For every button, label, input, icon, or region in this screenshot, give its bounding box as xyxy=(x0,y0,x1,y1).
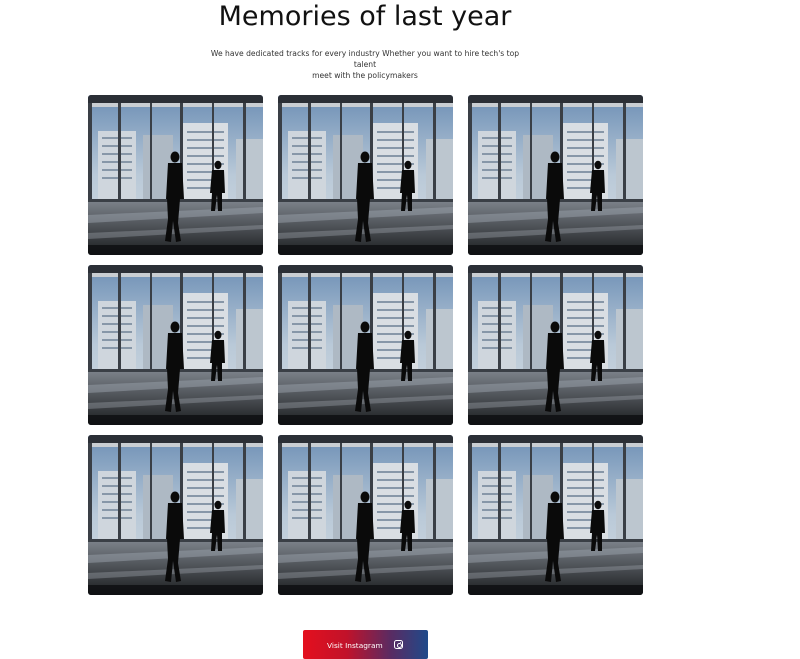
page-subtitle: We have dedicated tracks for every indus… xyxy=(200,48,530,81)
gallery-photo xyxy=(468,95,643,255)
subtitle-line-2: meet with the policymakers xyxy=(312,71,418,80)
gallery-photo xyxy=(88,435,263,595)
gallery-photo xyxy=(278,435,453,595)
gallery-photo xyxy=(468,435,643,595)
gallery-photo xyxy=(88,265,263,425)
photo-gallery xyxy=(88,95,643,595)
gallery-photo xyxy=(468,265,643,425)
gallery-photo xyxy=(278,265,453,425)
visit-instagram-button[interactable]: Visit Instagram xyxy=(303,630,428,659)
gallery-photo xyxy=(278,95,453,255)
subtitle-line-1: We have dedicated tracks for every indus… xyxy=(210,49,520,69)
instagram-icon xyxy=(394,640,403,649)
gallery-photo xyxy=(88,95,263,255)
visit-instagram-label: Visit Instagram xyxy=(327,640,383,650)
page-title: Memories of last year xyxy=(218,1,512,32)
